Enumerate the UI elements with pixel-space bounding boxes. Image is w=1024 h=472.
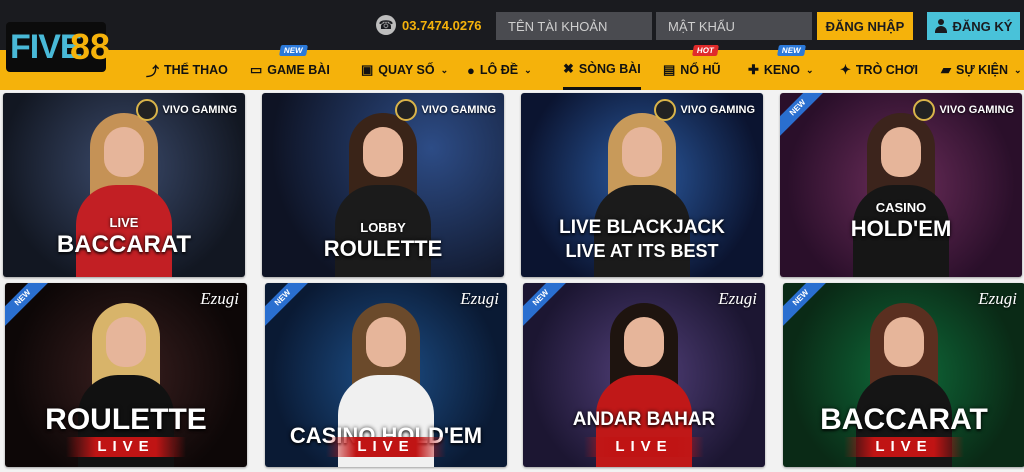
dealer-image <box>841 107 961 277</box>
game-subtitle: LIVE <box>109 215 139 230</box>
game-card[interactable]: NEW Ezugi ROULETTE LIVE <box>5 283 247 467</box>
keno-icon: ✚ <box>748 62 759 77</box>
provider-logo: Ezugi <box>718 289 757 309</box>
provider-name: VIVO GAMING <box>162 103 237 116</box>
nav-label: GAME BÀI <box>267 63 330 77</box>
vivo-logo-icon <box>654 99 677 121</box>
provider-name: Ezugi <box>200 289 239 308</box>
game-card[interactable]: VIVO GAMING LOBBY ROULETTE <box>262 93 504 277</box>
live-label: LIVE <box>326 437 446 457</box>
user-icon <box>934 19 947 33</box>
game-title: LIVE BLACKJACK <box>559 217 725 238</box>
provider-name: VIVO GAMING <box>680 103 755 116</box>
provider-logo: Ezugi <box>200 289 239 309</box>
nav-label: SÒNG BÀI <box>578 61 641 76</box>
nav-label: KENO <box>763 63 801 77</box>
hot-badge: HOT <box>692 45 719 56</box>
nav-label: NỔ HŨ <box>680 63 721 77</box>
game-title: HOLD'EM <box>850 216 952 241</box>
nav-item-3[interactable]: ● LÔ ĐỀ ⌄ <box>467 50 532 90</box>
ball-icon: ● <box>467 62 475 78</box>
game-subtitle: LOBBY <box>360 220 406 235</box>
login-label: ĐĂNG NHẬP <box>825 18 905 34</box>
sport-icon: ⤴ <box>146 63 160 79</box>
provider-name: VIVO GAMING <box>939 103 1014 116</box>
provider-logo: VIVO GAMING <box>654 99 755 121</box>
logo-text-88: 88 <box>70 26 111 67</box>
game-title: BACCARAT <box>820 403 988 436</box>
game-card[interactable]: NEW VIVO GAMING CASINO HOLD'EM <box>780 93 1022 277</box>
game-card[interactable]: NEW Ezugi BACCARAT LIVE <box>783 283 1024 467</box>
game-card[interactable]: NEW Ezugi ANDAR BAHAR LIVE <box>523 283 765 467</box>
chevron-down-icon: ⌄ <box>806 64 814 75</box>
login-button[interactable]: ĐĂNG NHẬP <box>817 12 913 40</box>
nav-item-1[interactable]: ▭ GAME BÀI NEW <box>250 45 330 90</box>
nav-label: TRÒ CHƠI <box>855 63 918 77</box>
site-logo[interactable]: FIVE 88 <box>6 22 111 74</box>
dice-icon: ▣ <box>361 62 374 77</box>
nav-item-0[interactable]: ⤴ THỂ THAO <box>146 50 228 90</box>
live-label: LIVE <box>584 437 704 457</box>
chevron-down-icon: ⌄ <box>440 64 449 75</box>
new-badge: NEW <box>777 45 806 56</box>
game-title: BACCARAT <box>56 231 192 258</box>
provider-name: Ezugi <box>718 289 757 308</box>
gamepad-icon: ✦ <box>840 62 851 77</box>
nav-item-7[interactable]: ✦ TRÒ CHƠI <box>840 50 918 90</box>
gift-icon: ▰ <box>941 62 951 77</box>
provider-logo: Ezugi <box>460 289 499 309</box>
game-subtitle: CASINO <box>875 200 927 215</box>
cards-icon: ▭ <box>250 62 263 77</box>
vivo-logo-icon <box>136 99 159 121</box>
username-input[interactable] <box>496 12 652 40</box>
nav-label: SỰ KIỆN <box>956 63 1009 77</box>
nav-label: LÔ ĐỀ <box>479 63 519 77</box>
game-title: ROULETTE <box>323 236 443 261</box>
nav-label: QUAY SỐ <box>378 63 435 77</box>
provider-name: Ezugi <box>460 289 499 308</box>
phone-number[interactable]: 03.7474.0276 <box>402 18 482 33</box>
live-label: LIVE <box>844 437 964 457</box>
vivo-logo-icon <box>913 99 936 121</box>
game-title: ANDAR BAHAR <box>572 409 716 430</box>
password-input[interactable] <box>656 12 812 40</box>
game-title: ROULETTE <box>45 403 207 436</box>
provider-logo: Ezugi <box>978 289 1017 309</box>
vivo-logo-icon <box>395 99 418 121</box>
nav-item-4[interactable]: ✖ SÒNG BÀI <box>563 50 641 90</box>
hotline[interactable]: ☎ 03.7474.0276 <box>376 15 482 35</box>
nav-item-5[interactable]: ▤ NỔ HŨ HOT <box>663 45 721 90</box>
nav-item-8[interactable]: ▰ SỰ KIỆN ⌄ <box>941 50 1022 90</box>
new-badge: NEW <box>279 45 308 56</box>
register-button[interactable]: ĐĂNG KÝ <box>927 12 1020 40</box>
phone-icon: ☎ <box>376 15 396 35</box>
provider-name: VIVO GAMING <box>421 103 496 116</box>
provider-name: Ezugi <box>978 289 1017 308</box>
nav-item-6[interactable]: ✚ KENO ⌄ NEW <box>748 45 814 90</box>
game-card[interactable]: VIVO GAMING LIVE AT ITS BEST LIVE BLACKJAC… <box>521 93 763 277</box>
chevron-down-icon: ⌄ <box>524 64 532 75</box>
game-card[interactable]: NEW Ezugi CASINO HOLD'EM LIVE <box>265 283 507 467</box>
top-bar: ☎ 03.7474.0276 ĐĂNG NHẬP ĐĂNG KÝ <box>0 0 1024 50</box>
provider-logo: VIVO GAMING <box>913 99 1014 121</box>
register-label: ĐĂNG KÝ <box>952 18 1013 34</box>
nav-label: THỂ THAO <box>164 63 228 77</box>
chip-icon: ✖ <box>563 60 574 76</box>
slot-icon: ▤ <box>663 62 676 77</box>
provider-logo: VIVO GAMING <box>136 99 237 121</box>
chevron-down-icon: ⌄ <box>1014 64 1022 75</box>
nav-item-2[interactable]: ▣ QUAY SỐ ⌄ <box>361 50 448 90</box>
live-label: LIVE <box>66 437 186 457</box>
provider-logo: VIVO GAMING <box>395 99 496 121</box>
game-card[interactable]: VIVO GAMING LIVE BACCARAT <box>3 93 245 277</box>
main-nav: ⤴ THỂ THAO ▭ GAME BÀI NEW ▣ QUAY SỐ ⌄ ● LÔ ĐỀ ⌄ ✖ SÒ… <box>0 45 1024 90</box>
game-subtitle: LIVE AT ITS BEST <box>565 241 719 261</box>
